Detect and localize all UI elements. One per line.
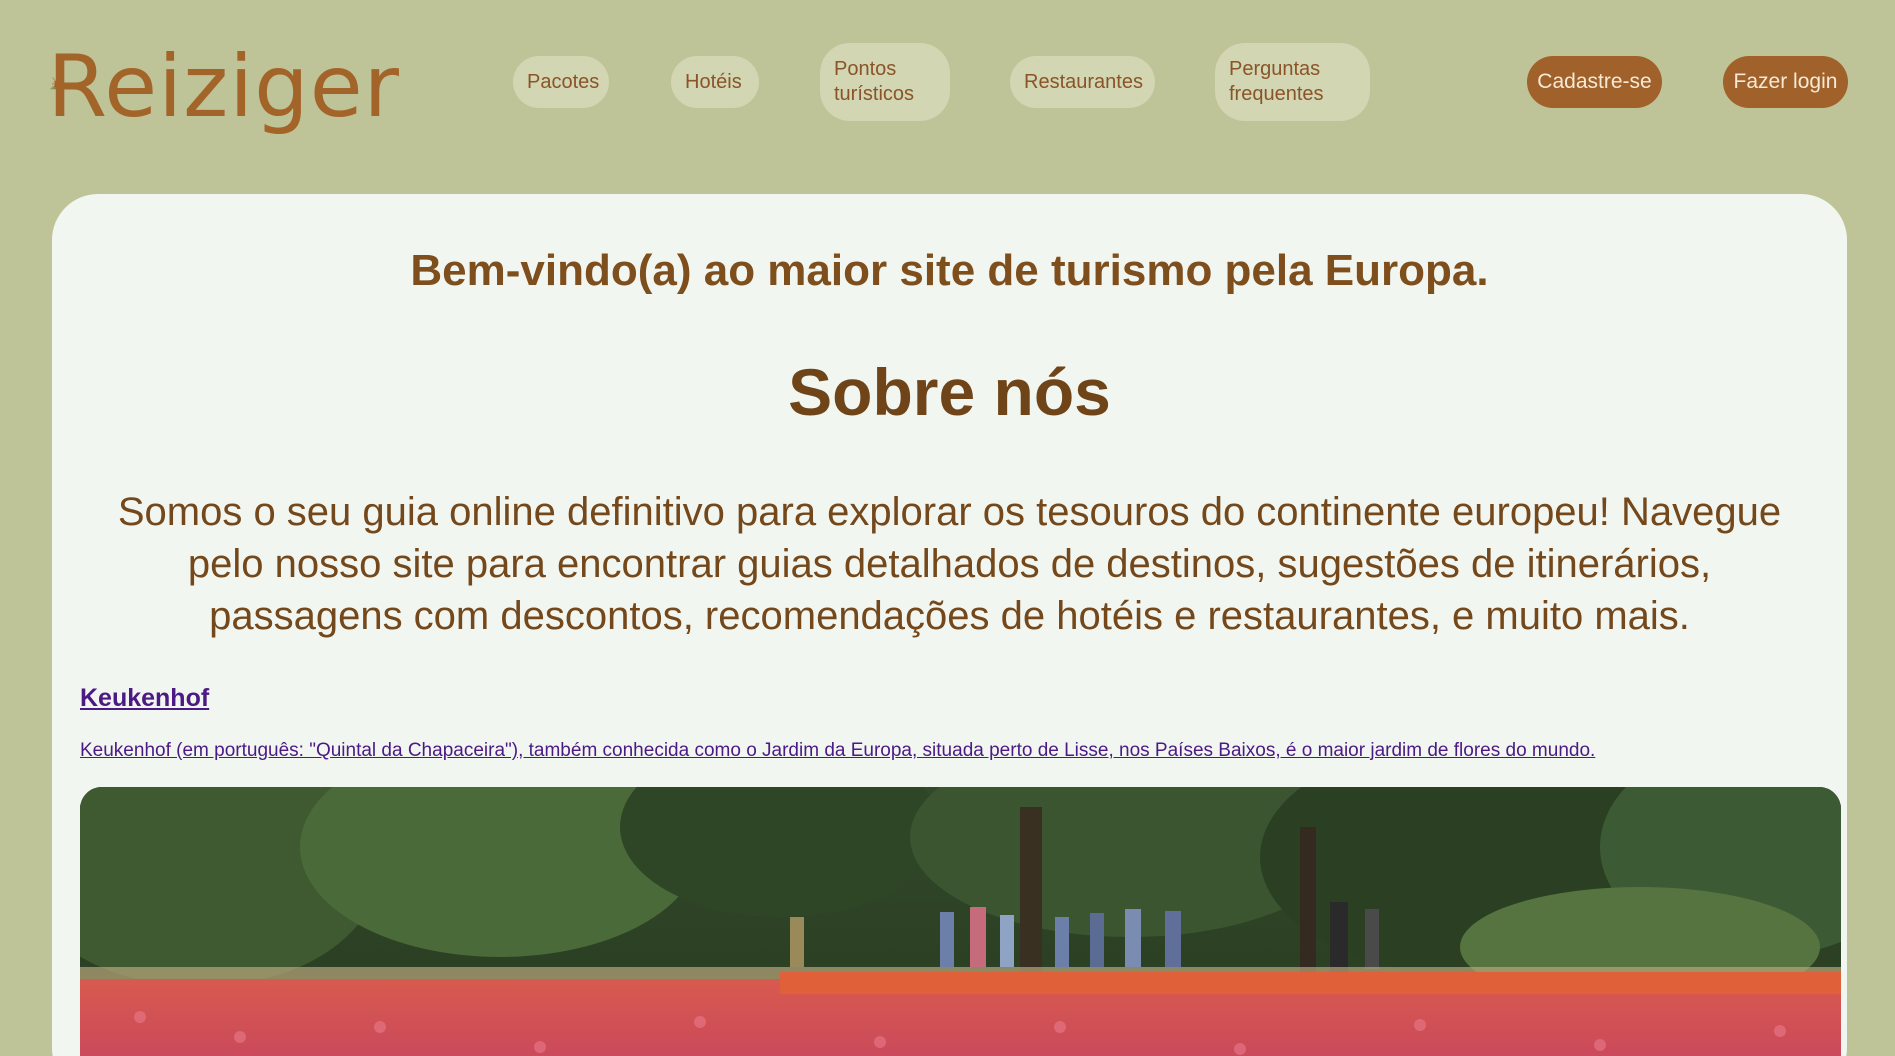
nav-label: Pacotes: [527, 70, 600, 93]
nav-label-line1: Perguntas: [1229, 58, 1321, 80]
login-button[interactable]: Fazer login: [1723, 56, 1848, 108]
site-header: Reiziger Pacotes Hotéis Pontos turístico…: [0, 0, 1895, 190]
nav-hoteis[interactable]: Hotéis: [671, 56, 759, 108]
nav-pacotes[interactable]: Pacotes: [513, 56, 609, 108]
nav-label: Perguntas frequentes: [1229, 57, 1324, 107]
nav-restaurantes[interactable]: Restaurantes: [1010, 56, 1155, 108]
nav-label: Pontos turísticos: [834, 57, 914, 107]
nav-label: Hotéis: [685, 70, 742, 93]
nav-label: Restaurantes: [1024, 70, 1143, 93]
nav-pontos-turisticos[interactable]: Pontos turísticos: [820, 43, 950, 121]
about-title: Sobre nós: [788, 355, 1111, 429]
signup-label: Cadastre-se: [1537, 70, 1652, 93]
brand-name: Reiziger: [47, 37, 400, 137]
nav-label-line2: turísticos: [834, 83, 915, 105]
site-logo[interactable]: Reiziger: [47, 28, 400, 138]
welcome-heading: Bem-vindo(a) ao maior site de turismo pe…: [410, 246, 1489, 295]
about-text: Somos o seu guia online definitivo para …: [117, 490, 1782, 638]
feature-title-link[interactable]: Keukenhof: [80, 684, 209, 713]
signup-button[interactable]: Cadastre-se: [1527, 56, 1662, 108]
nav-label-line2: frequentes: [1229, 83, 1324, 105]
feature-description-link[interactable]: Keukenhof (em português: "Quintal da Cha…: [80, 740, 1595, 762]
nav-perguntas-frequentes[interactable]: Perguntas frequentes: [1215, 43, 1370, 121]
login-label: Fazer login: [1733, 70, 1838, 93]
nav-label-line1: Pontos: [834, 58, 897, 80]
main-card: Bem-vindo(a) ao maior site de turismo pe…: [52, 194, 1847, 1056]
keukenhof-photo: [80, 787, 1841, 1056]
